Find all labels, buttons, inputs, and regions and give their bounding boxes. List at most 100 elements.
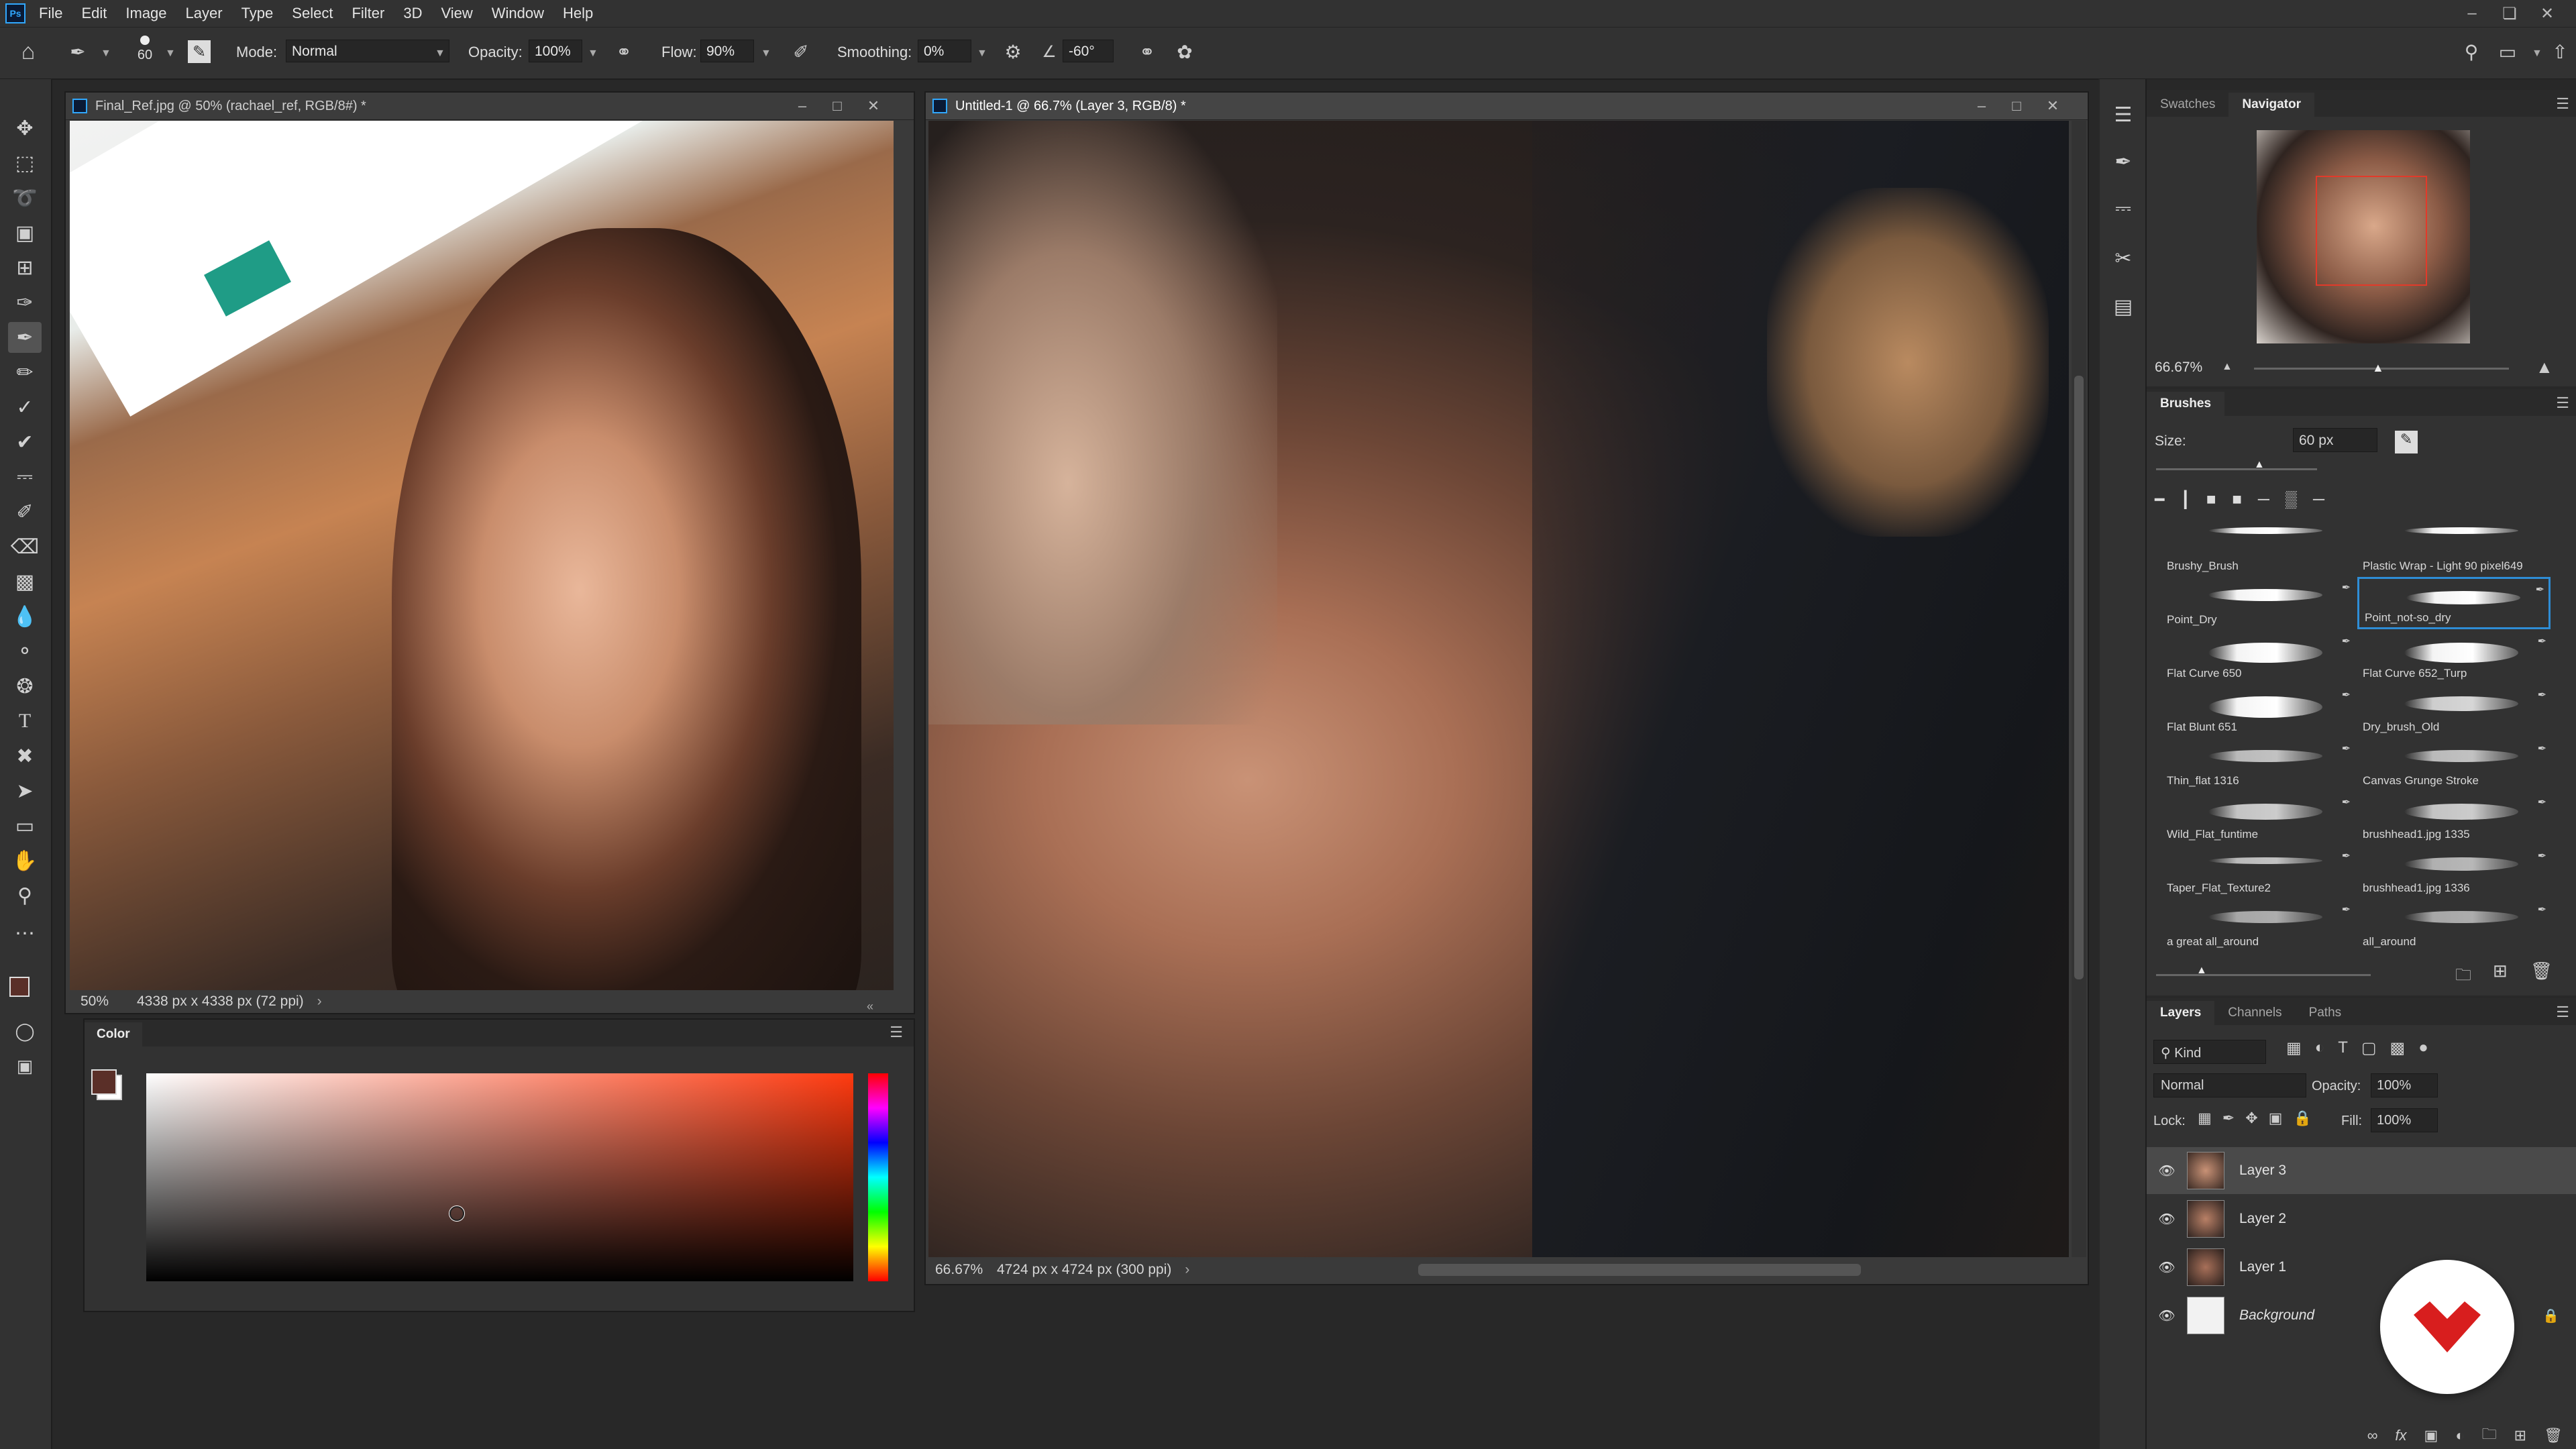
brush-item[interactable]: ✒ Thin_flat 1316 [2161,738,2355,790]
hand-tool-icon[interactable]: ✋ [8,845,42,876]
chevron-down-icon[interactable]: ▼ [101,48,111,60]
chevron-right-icon[interactable]: › [317,994,322,1010]
new-group-icon[interactable]: 🗀 [2482,1423,2497,1448]
adjustment-layer-icon[interactable]: ◐ [2455,1427,2464,1444]
brush-settings-icon[interactable]: ✒ [2106,146,2140,177]
menu-file[interactable]: File [39,5,62,22]
adjustment-filter-icon[interactable]: ◐ [2315,1038,2325,1058]
layer-filter-kind-select[interactable]: ⚲ Kind [2153,1040,2266,1064]
brush-item[interactable]: ✒ Taper_Flat_Texture2 [2161,845,2355,898]
brush-item[interactable]: ✒ Flat Curve 650 [2161,631,2355,683]
recent-brush-icon[interactable]: ┃ [2180,490,2190,510]
stamp-tool-icon[interactable]: ⎓ [8,462,42,492]
brush-item[interactable]: ✒ all_around [2357,899,2551,951]
layer-row[interactable]: 👁 Layer 2 [2147,1195,2576,1242]
brush-size-slider[interactable]: ▲ [2156,459,2317,470]
brush-tool-icon[interactable]: ✒ [8,322,42,353]
layer-name[interactable]: Layer 3 [2239,1163,2286,1179]
brush-item[interactable]: ✒ Point_Dry [2161,577,2355,629]
chevron-down-icon[interactable]: ▼ [165,48,176,60]
brush-item[interactable]: ✒ a great all_around [2161,899,2355,951]
menu-layer[interactable]: Layer [186,5,223,22]
recent-brush-icon[interactable]: ━ [2155,490,2164,510]
marquee-tool-icon[interactable]: ⬚ [8,148,42,178]
color-tab[interactable]: Color [85,1022,142,1046]
type-filter-icon[interactable]: T [2338,1038,2348,1058]
share-icon[interactable]: ⇧ [2546,38,2573,65]
pressure-size-icon[interactable]: ⚭ [1134,38,1161,65]
panel-menu-icon[interactable]: ☰ [2556,1004,2569,1021]
symmetry-butterfly-icon[interactable]: ✿ [1171,38,1198,65]
filter-toggle-icon[interactable]: ● [2418,1038,2428,1058]
brush-item[interactable]: ✒ Flat Curve 652_Turp [2357,631,2551,683]
zoom-out-icon[interactable]: ▲ [2222,361,2233,373]
smoothing-input[interactable]: 0% [918,40,971,62]
vertical-scroll-thumb[interactable] [2074,376,2084,979]
chevron-down-icon[interactable]: ▼ [2532,48,2542,60]
crop-tool-icon[interactable]: ⊞ [8,252,42,283]
type-tool-icon[interactable]: T [8,706,42,737]
clone-source-icon[interactable]: ⎓ [2106,193,2140,224]
brush-item[interactable]: ✒ Dry_brush_Old [2357,684,2551,737]
layer-name[interactable]: Background [2239,1307,2314,1324]
menu-help[interactable]: Help [563,5,593,22]
brush-tool-preset-icon[interactable]: ✒ [64,38,91,65]
home-icon[interactable]: ⌂ [15,38,42,65]
recent-brush-icon[interactable]: ■ [2206,490,2216,509]
brush-item-selected[interactable]: ✒ Point_not-so_dry [2357,577,2551,629]
zoom-in-icon[interactable]: ▲ [2536,357,2553,378]
shape-filter-icon[interactable]: ▢ [2361,1038,2377,1058]
menu-edit[interactable]: Edit [81,5,107,22]
chevron-down-icon[interactable]: ▼ [761,48,771,60]
panel-menu-icon[interactable]: ☰ [2556,95,2569,113]
brush-item[interactable]: ✒ brushhead1.jpg 1335 [2357,792,2551,844]
pressure-opacity-icon[interactable]: ⚭ [610,38,637,65]
restore-window-icon[interactable]: ❏ [2493,0,2526,27]
minimize-icon[interactable]: – [788,93,817,119]
brush-item[interactable]: ✒ Flat Blunt 651 [2161,684,2355,737]
history-panel-icon[interactable]: ☰ [2106,99,2140,130]
airbrush-icon[interactable]: ✐ [788,38,814,65]
lock-all-icon[interactable]: 🔒 [2293,1110,2311,1127]
brush-item[interactable]: ✒ brushhead1.jpg 1336 [2357,845,2551,898]
layer-name[interactable]: Layer 1 [2239,1259,2286,1275]
add-mask-icon[interactable]: ▣ [2424,1427,2438,1444]
main-document-window[interactable]: Untitled-1 @ 66.7% (Layer 3, RGB/8) * – … [924,91,2089,1285]
new-brush-icon[interactable]: ✎ [2395,431,2418,453]
menu-view[interactable]: View [441,5,472,22]
navigator-zoom-value[interactable]: 66.67% [2155,360,2202,376]
recent-brush-icon[interactable]: ─ [2313,490,2324,509]
brush-item[interactable]: ✒ Wild_Flat_funtime [2161,792,2355,844]
properties-icon[interactable]: ▤ [2106,291,2140,322]
zoom-tool-icon[interactable]: ⚲ [8,880,42,911]
panel-menu-icon[interactable]: ☰ [890,1024,903,1041]
tab-brushes[interactable]: Brushes [2147,392,2225,416]
smart-object-filter-icon[interactable]: ▩ [2390,1038,2406,1058]
gear-icon[interactable]: ⚙ [1000,38,1026,65]
layer-effects-icon[interactable]: fx [2395,1427,2406,1444]
workspace-icon[interactable]: ▭ [2494,38,2521,65]
recent-brush-icon[interactable]: ─ [2258,490,2269,509]
menu-filter[interactable]: Filter [352,5,384,22]
color-picker-cursor[interactable] [449,1206,464,1221]
sponge-tool-icon[interactable]: ❂ [8,671,42,702]
visibility-eye-icon[interactable]: 👁 [2147,1307,2187,1324]
smudge-tool-icon[interactable]: ✐ [8,496,42,527]
menu-window[interactable]: Window [492,5,544,22]
vertical-scrollbar[interactable] [2072,121,2086,1257]
rectangle-tool-icon[interactable]: ▭ [8,810,42,841]
menu-3d[interactable]: 3D [403,5,422,22]
brush-item[interactable]: ✒ Canvas Grunge Stroke [2357,738,2551,790]
saturation-brightness-field[interactable] [146,1073,853,1281]
chevron-down-icon[interactable]: ▼ [977,48,987,60]
close-window-icon[interactable]: ✕ [2530,0,2564,27]
eraser-tool-icon[interactable]: ⌫ [8,531,42,562]
lock-pixels-icon[interactable]: ✒ [2222,1110,2235,1127]
history-brush-tool-icon[interactable]: ✔ [8,427,42,458]
brush-size-input[interactable]: 60 px [2293,428,2377,452]
layer-opacity-input[interactable]: 100% [2371,1073,2438,1097]
lock-artboard-icon[interactable]: ▣ [2269,1110,2283,1127]
hue-slider[interactable] [868,1073,888,1281]
eyedropper-tool-icon[interactable]: ✑ [8,287,42,318]
main-document-titlebar[interactable]: Untitled-1 @ 66.7% (Layer 3, RGB/8) * – … [926,93,2088,120]
